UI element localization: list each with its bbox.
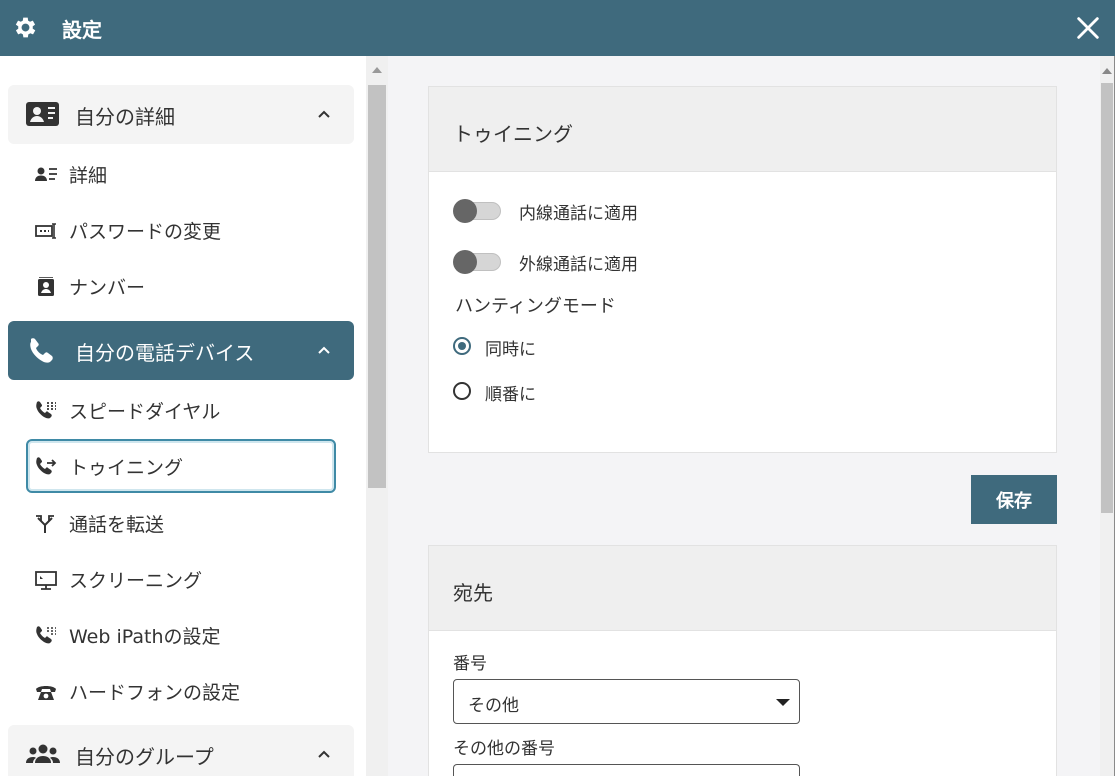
nav-label: ハードフォンの設定	[69, 682, 241, 704]
contact-card-icon	[26, 102, 59, 126]
sidebar: 自分の詳細 詳細 パスワードの変更 ナンバー 自分の電話デバイス スピードダイヤ…	[0, 56, 366, 776]
sidebar-item-change-password[interactable]: パスワードの変更	[26, 203, 336, 257]
nav-label: スクリーニング	[69, 570, 203, 592]
save-button[interactable]: 保存	[971, 475, 1057, 524]
radio-button[interactable]	[453, 337, 471, 355]
toggle-label: 外線通話に適用	[519, 255, 638, 275]
password-icon	[35, 223, 56, 239]
toggle-label: 内線通話に適用	[519, 204, 638, 224]
other-number-label: その他の番号	[453, 739, 555, 759]
card-title: 宛先	[453, 581, 493, 605]
radio-label: 同時に	[485, 340, 536, 360]
chevron-up-icon[interactable]	[315, 745, 333, 763]
card-title: トゥイニング	[453, 122, 573, 146]
nav-label: 通話を転送	[69, 514, 165, 536]
sidebar-item-number[interactable]: ナンバー	[26, 259, 336, 313]
chevron-up-icon[interactable]	[315, 341, 333, 359]
card-header: トゥイニング	[429, 87, 1056, 172]
caret-down-icon	[776, 699, 790, 706]
sidebar-scrollbar[interactable]	[366, 56, 388, 776]
internal-calls-toggle[interactable]	[453, 199, 501, 223]
scrollbar-thumb[interactable]	[368, 85, 386, 488]
sidebar-item-details[interactable]: 詳細	[26, 147, 336, 201]
call-forward-icon	[36, 515, 54, 533]
main-content: トゥイニング 内線通話に適用 外線通話に適用 ハンティングモード 同時に 順番に…	[388, 56, 1100, 776]
card-header: 宛先	[429, 546, 1056, 631]
sidebar-item-speed-dial[interactable]: スピードダイヤル	[26, 383, 336, 437]
group-icon	[26, 744, 60, 763]
hardphone-icon	[36, 686, 56, 700]
sidebar-item-screening[interactable]: スクリーニング	[26, 552, 336, 606]
number-select[interactable]: その他	[453, 679, 800, 724]
nav-label: パスワードの変更	[69, 221, 222, 243]
sidebar-section-my-phone-devices[interactable]: 自分の電話デバイス	[8, 321, 354, 380]
twinning-card: トゥイニング 内線通話に適用 外線通話に適用 ハンティングモード 同時に 順番に	[428, 86, 1057, 453]
radio-label: 順番に	[485, 385, 536, 405]
phone-icon	[30, 338, 53, 363]
screening-icon	[35, 571, 57, 590]
sidebar-item-hardphone[interactable]: ハードフォンの設定	[26, 664, 336, 718]
section-label: 自分の電話デバイス	[75, 341, 255, 365]
other-number-input[interactable]	[453, 764, 800, 776]
select-value: その他	[468, 696, 519, 716]
nav-label: トゥイニング	[69, 457, 184, 479]
scrollbar-thumb[interactable]	[1101, 83, 1113, 513]
section-label: 自分のグループ	[75, 745, 214, 769]
gear-icon	[15, 17, 36, 38]
radio-button[interactable]	[453, 382, 471, 400]
chevron-up-icon[interactable]	[315, 105, 333, 123]
scroll-up-arrow-icon[interactable]	[1102, 68, 1112, 74]
sidebar-item-twinning[interactable]: トゥイニング	[26, 439, 336, 493]
nav-label: スピードダイヤル	[69, 401, 221, 423]
scroll-up-arrow-icon[interactable]	[372, 67, 382, 73]
hunting-mode-label: ハンティングモード	[455, 296, 616, 317]
number-label: 番号	[453, 654, 487, 674]
sidebar-section-my-details[interactable]: 自分の詳細	[8, 85, 354, 144]
web-ipath-icon	[36, 626, 56, 644]
twinning-icon	[36, 457, 57, 475]
person-details-icon	[35, 167, 57, 181]
content-scrollbar[interactable]	[1100, 56, 1114, 776]
nav-label: 詳細	[69, 165, 108, 187]
speed-dial-icon	[36, 401, 56, 419]
close-icon[interactable]	[1074, 14, 1102, 42]
destination-card: 宛先 番号 その他 その他の番号	[428, 545, 1057, 776]
section-label: 自分の詳細	[75, 105, 175, 129]
number-badge-icon	[38, 277, 54, 296]
title-bar: 設定	[0, 0, 1115, 56]
sidebar-section-my-groups[interactable]: 自分のグループ	[8, 725, 354, 776]
sidebar-item-call-forward[interactable]: 通話を転送	[26, 496, 336, 550]
sidebar-item-web-ipath[interactable]: Web iPathの設定	[26, 608, 336, 662]
nav-label: Web iPathの設定	[69, 626, 221, 648]
window-title: 設定	[62, 18, 102, 42]
nav-label: ナンバー	[69, 277, 146, 299]
external-calls-toggle[interactable]	[453, 250, 501, 274]
